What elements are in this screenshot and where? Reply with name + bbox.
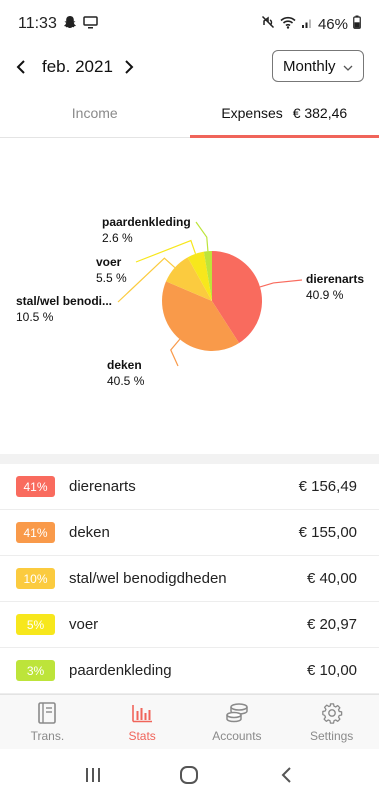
pie-label-percent: 5.5 % [96,271,127,285]
recent-apps-icon [86,767,101,782]
nav-settings-label: Settings [309,729,354,743]
category-amount: € 156,49 [298,478,357,495]
type-tabs: Income Expenses € 382,46 [0,92,379,138]
signal-icon [301,16,313,33]
status-time: 11:33 [18,15,57,32]
book-icon [35,701,59,725]
category-amount: € 155,00 [298,524,357,541]
gear-icon [320,701,344,725]
list-item[interactable]: 10% stal/wel benodigdheden € 40,00 [0,556,379,602]
back-button[interactable] [266,760,306,790]
category-name: paardenkleding [69,662,172,679]
percent-badge: 10% [16,568,55,589]
period-type-value: Monthly [283,57,336,75]
system-nav-bar [0,749,379,800]
previous-period-button[interactable] [10,56,32,78]
nav-accounts-label: Accounts [212,729,262,743]
chevron-down-icon [343,58,353,75]
pie-label-name: voer [96,255,122,269]
period-header: feb. 2021 Monthly [0,48,379,88]
percent-badge: 3% [16,660,55,681]
tab-expenses[interactable]: Expenses € 382,46 [189,92,379,138]
list-item[interactable]: 5% voer € 20,97 [0,602,379,648]
bar-chart-icon [130,701,154,725]
pie-label-percent: 40.9 % [306,288,344,302]
pie-label-name: paardenkleding [102,215,191,229]
pie-label-percent: 40.5 % [107,374,145,388]
status-bar: 11:33 46% [0,0,379,48]
recent-apps-button[interactable] [73,760,113,790]
chevron-right-icon [125,60,134,74]
home-button[interactable] [169,760,209,790]
back-icon [281,766,291,783]
category-list: 41% dierenarts € 156,49 41% deken € 155,… [0,464,379,694]
wifi-icon [280,16,296,33]
percent-badge: 41% [16,522,55,543]
category-amount: € 40,00 [306,570,357,587]
tab-income-label: Income [71,105,118,121]
category-name: deken [69,524,110,541]
category-amount: € 10,00 [306,662,357,679]
pie-chart-svg: dierenarts 40.9 % deken 40.5 % stal/wel … [16,215,364,388]
bottom-nav: Trans. Stats Accounts Settings [0,694,379,749]
category-name: dierenarts [69,478,136,495]
tab-expenses-label: Expenses [221,105,283,121]
pie-label-name: stal/wel benodi... [16,294,112,308]
category-name: stal/wel benodigdheden [69,570,227,587]
nav-settings[interactable]: Settings [284,695,379,749]
next-period-button[interactable] [118,56,140,78]
snapchat-icon [63,15,77,33]
pie-label-percent: 10.5 % [16,310,54,324]
status-right: 46% [261,15,361,33]
section-separator [0,454,379,464]
pie-label-name: deken [107,358,142,372]
pie-leader-line [170,338,181,367]
pie-leader-line [259,279,303,288]
battery-icon [353,15,361,33]
pie-label-name: dierenarts [306,272,364,286]
coins-icon [225,701,249,725]
category-name: voer [69,616,99,633]
home-icon [180,765,199,784]
nav-trans[interactable]: Trans. [0,695,95,749]
chevron-left-icon [16,60,25,74]
tab-income[interactable]: Income [0,92,190,137]
expense-pie-chart[interactable]: dierenarts 40.9 % deken 40.5 % stal/wel … [0,140,379,456]
period-type-select[interactable]: Monthly [272,50,364,82]
percent-badge: 5% [16,614,55,635]
list-item[interactable]: 41% deken € 155,00 [0,510,379,556]
nav-accounts[interactable]: Accounts [190,695,285,749]
percent-badge: 41% [16,476,55,497]
pie-leader-line [195,221,209,252]
nav-stats-label: Stats [128,729,156,743]
category-amount: € 20,97 [306,616,357,633]
battery-percent: 46% [317,15,348,33]
nav-stats[interactable]: Stats [95,695,190,749]
status-left: 11:33 [18,15,98,33]
period-label: feb. 2021 [42,57,113,76]
mute-icon [261,15,275,33]
pie-label-percent: 2.6 % [102,231,133,245]
tab-expenses-total: € 382,46 [292,105,348,121]
screen-cast-icon [83,15,98,33]
nav-trans-label: Trans. [30,729,65,743]
list-item[interactable]: 3% paardenkleding € 10,00 [0,648,379,694]
list-item[interactable]: 41% dierenarts € 156,49 [0,464,379,510]
